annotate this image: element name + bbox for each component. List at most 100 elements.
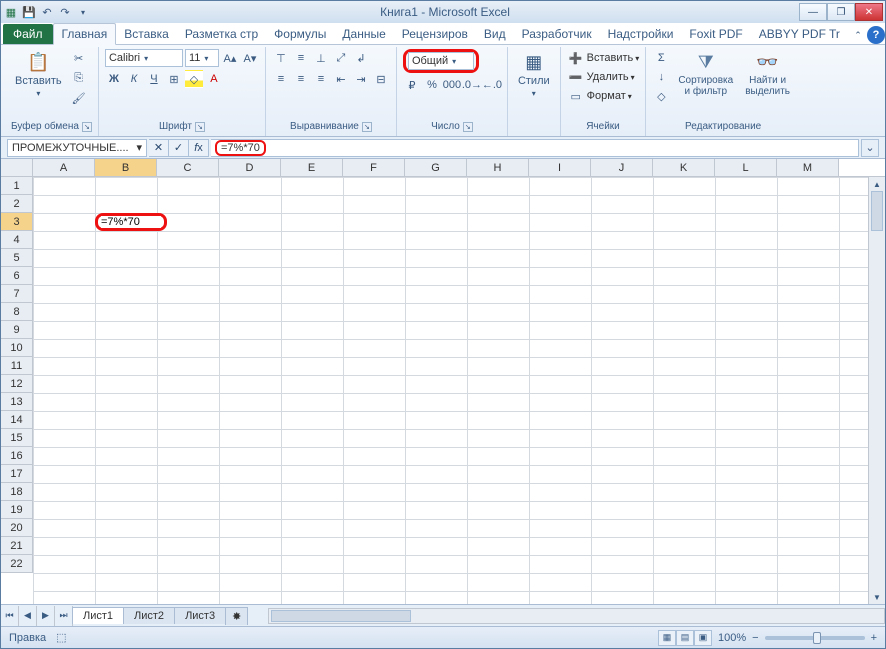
column-header-c[interactable]: C: [157, 159, 219, 176]
cancel-formula-icon[interactable]: ✕: [149, 139, 169, 157]
column-header-i[interactable]: I: [529, 159, 591, 176]
cells-area[interactable]: [33, 177, 868, 604]
italic-button[interactable]: К: [125, 70, 143, 88]
page-layout-view-icon[interactable]: ▤: [676, 630, 694, 646]
column-header-b[interactable]: B: [95, 159, 157, 176]
increase-decimal-icon[interactable]: .0→: [463, 76, 481, 94]
row-header-7[interactable]: 7: [1, 285, 33, 303]
currency-icon[interactable]: ₽: [403, 76, 421, 94]
row-header-14[interactable]: 14: [1, 411, 33, 429]
sheet-tab-3[interactable]: Лист3: [174, 607, 226, 624]
row-header-1[interactable]: 1: [1, 177, 33, 195]
column-header-k[interactable]: K: [653, 159, 715, 176]
cut-icon[interactable]: ✂: [70, 49, 88, 67]
cell-editor[interactable]: [101, 216, 161, 228]
tab-view[interactable]: Вид: [476, 24, 514, 44]
column-header-j[interactable]: J: [591, 159, 653, 176]
tab-review[interactable]: Рецензиров: [394, 24, 476, 44]
font-size-combo[interactable]: 11▾: [185, 49, 219, 67]
copy-icon[interactable]: ⎘: [70, 69, 88, 87]
redo-icon[interactable]: ↷: [57, 4, 73, 20]
increase-font-icon[interactable]: A▴: [221, 49, 239, 67]
row-header-22[interactable]: 22: [1, 555, 33, 573]
macro-record-icon[interactable]: ⬚: [56, 631, 66, 644]
decrease-font-icon[interactable]: A▾: [241, 49, 259, 67]
align-center-icon[interactable]: ≡: [292, 70, 310, 88]
sheet-prev-icon[interactable]: ◀: [19, 606, 37, 626]
wrap-text-icon[interactable]: ↲: [352, 49, 370, 67]
row-header-15[interactable]: 15: [1, 429, 33, 447]
row-header-6[interactable]: 6: [1, 267, 33, 285]
tab-developer[interactable]: Разработчик: [514, 24, 600, 44]
select-all-corner[interactable]: [1, 159, 33, 176]
maximize-button[interactable]: ❐: [827, 3, 855, 21]
tab-formulas[interactable]: Формулы: [266, 24, 334, 44]
zoom-slider[interactable]: [765, 636, 865, 640]
tab-addins[interactable]: Надстройки: [600, 24, 682, 44]
tab-foxit[interactable]: Foxit PDF: [681, 24, 750, 44]
row-header-12[interactable]: 12: [1, 375, 33, 393]
orientation-icon[interactable]: ⤢: [332, 49, 350, 67]
column-header-l[interactable]: L: [715, 159, 777, 176]
paste-button[interactable]: 📋 Вставить ▾: [11, 49, 66, 100]
tab-file[interactable]: Файл: [3, 24, 53, 44]
column-header-f[interactable]: F: [343, 159, 405, 176]
minimize-button[interactable]: —: [799, 3, 827, 21]
clear-icon[interactable]: ◇: [652, 87, 670, 105]
zoom-level[interactable]: 100%: [718, 632, 746, 644]
align-dialog-icon[interactable]: ↘: [362, 122, 372, 132]
ribbon-minimize-icon[interactable]: ⌃: [849, 26, 867, 44]
row-header-8[interactable]: 8: [1, 303, 33, 321]
number-dialog-icon[interactable]: ↘: [463, 122, 473, 132]
column-header-m[interactable]: M: [777, 159, 839, 176]
row-header-5[interactable]: 5: [1, 249, 33, 267]
autosum-icon[interactable]: Σ: [652, 49, 670, 67]
sheet-tab-1[interactable]: Лист1: [72, 607, 124, 624]
merge-icon[interactable]: ⊟: [372, 70, 390, 88]
column-header-a[interactable]: A: [33, 159, 95, 176]
close-button[interactable]: ✕: [855, 3, 883, 21]
tab-insert[interactable]: Вставка: [116, 24, 177, 44]
row-header-11[interactable]: 11: [1, 357, 33, 375]
row-header-18[interactable]: 18: [1, 483, 33, 501]
cells-delete-button[interactable]: ➖Удалить▾: [567, 68, 635, 86]
number-format-combo[interactable]: Общий▾: [408, 52, 474, 70]
cells-format-button[interactable]: ▭Формат▾: [567, 87, 632, 105]
row-header-21[interactable]: 21: [1, 537, 33, 555]
scroll-up-icon[interactable]: ▲: [869, 177, 885, 191]
align-right-icon[interactable]: ≡: [312, 70, 330, 88]
row-header-13[interactable]: 13: [1, 393, 33, 411]
column-header-d[interactable]: D: [219, 159, 281, 176]
active-cell-b3[interactable]: [95, 213, 167, 231]
enter-formula-icon[interactable]: ✓: [169, 139, 189, 157]
tab-abbyy[interactable]: ABBYY PDF Tr: [751, 24, 848, 44]
horizontal-scrollbar[interactable]: [268, 608, 885, 624]
underline-button[interactable]: Ч: [145, 70, 163, 88]
zoom-in-icon[interactable]: +: [871, 632, 877, 644]
column-header-h[interactable]: H: [467, 159, 529, 176]
bold-button[interactable]: Ж: [105, 70, 123, 88]
undo-icon[interactable]: ↶: [39, 4, 55, 20]
format-painter-icon[interactable]: 🖌: [70, 89, 88, 107]
row-header-20[interactable]: 20: [1, 519, 33, 537]
align-top-icon[interactable]: ⊤: [272, 49, 290, 67]
sheet-last-icon[interactable]: ⏭: [55, 606, 73, 626]
row-header-4[interactable]: 4: [1, 231, 33, 249]
row-header-19[interactable]: 19: [1, 501, 33, 519]
sort-filter-button[interactable]: ⧩ Сортировка и фильтр: [674, 49, 737, 99]
increase-indent-icon[interactable]: ⇥: [352, 70, 370, 88]
namebox-dropdown-icon[interactable]: ▾: [136, 141, 142, 154]
tab-layout[interactable]: Разметка стр: [177, 24, 266, 44]
find-select-button[interactable]: 👓 Найти и выделить: [741, 49, 794, 99]
row-header-3[interactable]: 3: [1, 213, 33, 231]
normal-view-icon[interactable]: ▦: [658, 630, 676, 646]
row-header-9[interactable]: 9: [1, 321, 33, 339]
row-header-17[interactable]: 17: [1, 465, 33, 483]
row-header-16[interactable]: 16: [1, 447, 33, 465]
hscroll-thumb[interactable]: [271, 610, 411, 622]
decrease-decimal-icon[interactable]: ←.0: [483, 76, 501, 94]
scroll-down-icon[interactable]: ▼: [869, 590, 885, 604]
zoom-out-icon[interactable]: −: [752, 632, 758, 644]
save-icon[interactable]: 💾: [21, 4, 37, 20]
decrease-indent-icon[interactable]: ⇤: [332, 70, 350, 88]
